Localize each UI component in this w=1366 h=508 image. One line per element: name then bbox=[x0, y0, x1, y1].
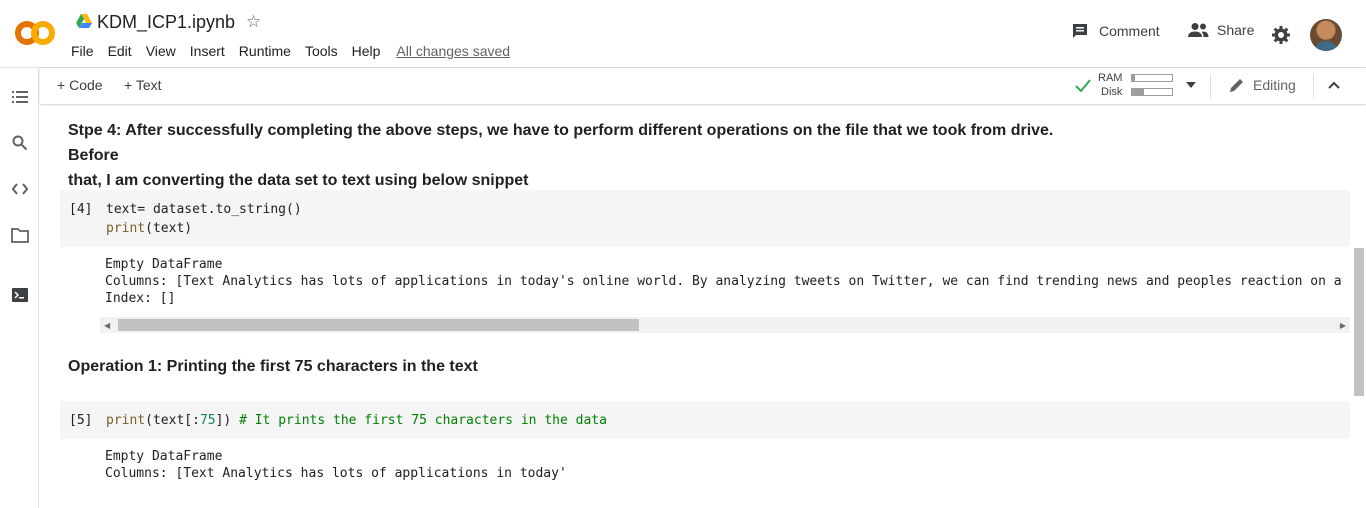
scrollbar-thumb[interactable] bbox=[118, 319, 639, 331]
disk-usage-fill bbox=[1132, 89, 1144, 95]
output-horizontal-scrollbar[interactable]: ◀ ▶ bbox=[100, 317, 1350, 333]
text-cell-operation1[interactable]: Operation 1: Printing the first 75 chara… bbox=[68, 354, 1068, 379]
colab-logo[interactable] bbox=[14, 20, 56, 46]
output-line: Empty DataFrame bbox=[105, 257, 223, 272]
pencil-icon bbox=[1230, 79, 1243, 92]
notebook-toolbar: + Code + Text RAM Disk Editing bbox=[40, 68, 1366, 104]
code-cell-5[interactable]: [5] print(text[:75]) # It prints the fir… bbox=[60, 401, 1350, 439]
execution-count[interactable]: [4] bbox=[69, 202, 92, 217]
table-of-contents-icon[interactable] bbox=[11, 88, 29, 106]
plus-icon: + bbox=[124, 77, 133, 93]
disk-label: Disk bbox=[1101, 86, 1123, 98]
folder-icon[interactable] bbox=[11, 226, 29, 244]
text-line: Stpe 4: After successfully completing th… bbox=[68, 122, 1054, 164]
code-editor[interactable]: print(text[:75]) # It prints the first 7… bbox=[106, 411, 607, 430]
comment-icon bbox=[1073, 24, 1087, 38]
menu-file[interactable]: File bbox=[71, 43, 94, 59]
output-line: Empty DataFrame bbox=[105, 449, 223, 464]
add-text-label: Text bbox=[135, 77, 162, 93]
code-text: ]) bbox=[215, 413, 240, 428]
text-cell-step4[interactable]: Stpe 4: After successfully completing th… bbox=[68, 118, 1068, 193]
add-text-button[interactable]: + Text bbox=[124, 77, 162, 93]
cell-4-output: Empty DataFrame Columns: [Text Analytics… bbox=[105, 256, 1350, 307]
disk-usage-bar bbox=[1131, 88, 1173, 96]
execution-count[interactable]: [5] bbox=[69, 413, 92, 428]
code-cell-4[interactable]: [4] text= dataset.to_string() print(text… bbox=[60, 190, 1350, 247]
code-editor[interactable]: text= dataset.to_string() print(text) bbox=[106, 200, 302, 238]
scroll-right-arrow-icon[interactable]: ▶ bbox=[1340, 321, 1346, 330]
toolbar-divider bbox=[1313, 74, 1314, 98]
settings-gear-icon[interactable] bbox=[1271, 25, 1291, 45]
output-line: Index: [] bbox=[105, 291, 176, 306]
comment-button[interactable]: Comment bbox=[1071, 22, 1160, 40]
menu-help[interactable]: Help bbox=[352, 43, 381, 59]
menu-view[interactable]: View bbox=[146, 43, 176, 59]
menu-tools[interactable]: Tools bbox=[305, 43, 338, 59]
google-drive-icon[interactable] bbox=[76, 14, 92, 28]
user-avatar[interactable] bbox=[1310, 19, 1342, 51]
code-text: (text[: bbox=[145, 413, 200, 428]
add-code-label: Code bbox=[69, 77, 103, 93]
menu-edit[interactable]: Edit bbox=[108, 43, 132, 59]
code-function: print bbox=[106, 221, 146, 236]
output-line: Columns: [Text Analytics has lots of app… bbox=[105, 466, 567, 481]
collapse-chevron-up-icon[interactable] bbox=[1328, 81, 1340, 89]
star-icon[interactable]: ☆ bbox=[246, 12, 261, 32]
menu-bar: File Edit View Insert Runtime Tools Help… bbox=[71, 43, 524, 59]
connected-check-icon bbox=[1075, 79, 1091, 92]
toolbar-divider bbox=[1210, 74, 1211, 98]
share-label: Share bbox=[1217, 22, 1255, 38]
code-text: (text) bbox=[145, 221, 193, 236]
app-header: KDM_ICP1.ipynb ☆ File Edit View Insert R… bbox=[0, 0, 1366, 68]
scroll-left-arrow-icon[interactable]: ◀ bbox=[104, 321, 110, 330]
people-icon bbox=[1188, 23, 1209, 37]
scrollbar-thumb[interactable] bbox=[1354, 248, 1364, 396]
search-icon[interactable] bbox=[11, 134, 29, 152]
notebook-content: Stpe 4: After successfully completing th… bbox=[40, 104, 1350, 508]
code-comment: # It prints the first 75 characters in t… bbox=[239, 413, 607, 428]
left-sidebar bbox=[0, 68, 39, 508]
ram-label: RAM bbox=[1098, 72, 1123, 84]
menu-runtime[interactable]: Runtime bbox=[239, 43, 291, 59]
terminal-icon[interactable] bbox=[11, 286, 29, 304]
code-function: print bbox=[106, 413, 146, 428]
ram-usage-fill bbox=[1132, 75, 1136, 81]
share-button[interactable]: Share bbox=[1187, 22, 1254, 38]
resource-monitor[interactable]: RAM Disk bbox=[1098, 71, 1238, 101]
add-code-button[interactable]: + Code bbox=[57, 77, 103, 93]
ram-usage-bar bbox=[1131, 74, 1173, 82]
code-number: 75 bbox=[199, 413, 216, 428]
cell-5-output: Empty DataFrame Columns: [Text Analytics… bbox=[105, 448, 1350, 482]
dropdown-arrow-icon[interactable] bbox=[1186, 82, 1196, 88]
plus-icon: + bbox=[57, 77, 66, 93]
notebook-title[interactable]: KDM_ICP1.ipynb bbox=[97, 12, 235, 33]
save-status[interactable]: All changes saved bbox=[396, 43, 510, 59]
code-line: text= dataset.to_string() bbox=[106, 202, 302, 217]
output-line: Columns: [Text Analytics has lots of app… bbox=[105, 274, 1350, 289]
editing-label: Editing bbox=[1253, 77, 1296, 93]
menu-insert[interactable]: Insert bbox=[190, 43, 225, 59]
editing-mode-button[interactable]: Editing bbox=[1229, 77, 1296, 93]
code-snippets-icon[interactable] bbox=[11, 180, 29, 198]
page-vertical-scrollbar[interactable] bbox=[1351, 104, 1366, 508]
comment-label: Comment bbox=[1099, 23, 1160, 39]
